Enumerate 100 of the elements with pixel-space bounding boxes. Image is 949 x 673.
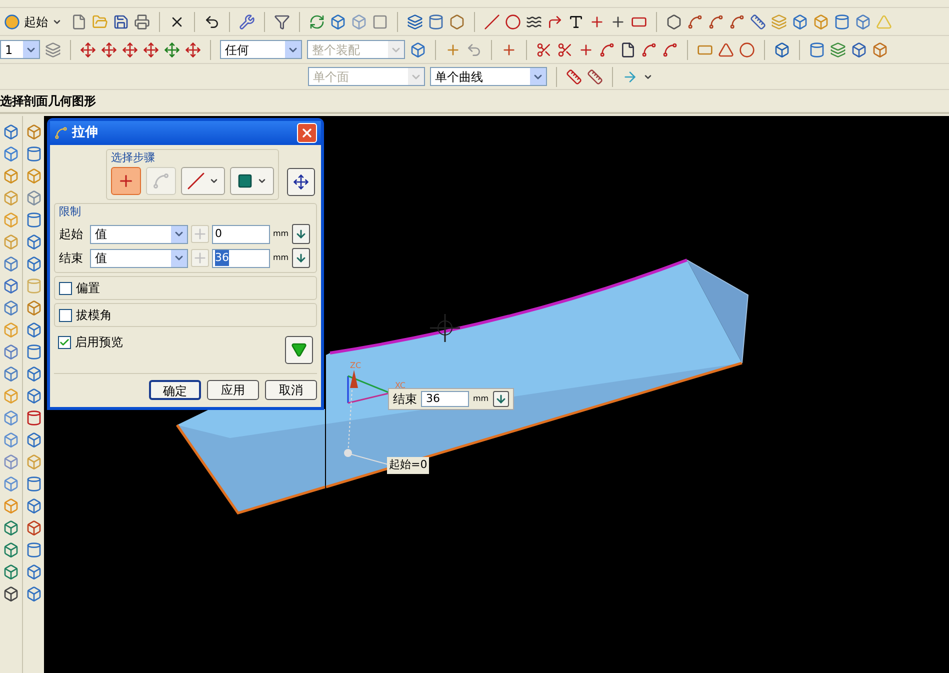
cube-icon[interactable]: [26, 256, 42, 272]
ruler-icon[interactable]: [750, 14, 766, 30]
distance-input[interactable]: 36: [421, 391, 469, 407]
arc-icon[interactable]: [547, 14, 563, 30]
cube-icon[interactable]: [3, 564, 19, 580]
dialog-button[interactable]: 取消: [265, 380, 317, 400]
dialog-button[interactable]: 应用: [207, 380, 259, 400]
printer-icon[interactable]: [134, 14, 150, 30]
direction-button[interactable]: [292, 248, 310, 268]
dialog-button[interactable]: 确定: [149, 380, 201, 400]
selection-step-button[interactable]: [181, 166, 225, 194]
checkbox[interactable]: [59, 308, 72, 322]
body-icon: [237, 172, 253, 188]
close-button[interactable]: [297, 123, 317, 143]
cube-icon[interactable]: [3, 542, 19, 558]
selection-step-button[interactable]: [111, 166, 141, 194]
cylinder-icon[interactable]: [834, 14, 850, 30]
cube-icon[interactable]: [851, 42, 867, 58]
checkbox-label: 偏置: [76, 280, 101, 297]
filter-dropdown[interactable]: 任何: [220, 40, 302, 59]
reverse-direction-button[interactable]: [287, 168, 315, 196]
checkbox-label: 拔模角: [76, 307, 113, 324]
limit-method-dropdown[interactable]: 值: [90, 224, 188, 244]
point-icon[interactable]: [445, 42, 461, 58]
cube-icon[interactable]: [26, 564, 42, 580]
cylinder-icon[interactable]: [26, 476, 42, 492]
expand-button[interactable]: [285, 336, 313, 364]
curve-icon[interactable]: [599, 42, 615, 58]
cube-icon[interactable]: [26, 366, 42, 382]
cylinder-icon[interactable]: [26, 146, 42, 162]
cube-icon[interactable]: [26, 498, 42, 514]
square-icon[interactable]: [372, 14, 388, 30]
trim-icon[interactable]: [557, 42, 573, 58]
cube-icon[interactable]: [3, 124, 19, 140]
wave-icon[interactable]: [526, 14, 542, 30]
cube-icon[interactable]: [330, 14, 346, 30]
curve-icon[interactable]: [729, 14, 745, 30]
points-icon[interactable]: [610, 14, 626, 30]
checkbox-label: 启用预览: [75, 334, 124, 351]
dialog-title: 拉伸: [72, 124, 99, 142]
cube-icon[interactable]: [26, 432, 42, 448]
curve-icon[interactable]: [662, 42, 678, 58]
text-icon[interactable]: [568, 14, 584, 30]
curve-rule-dropdown[interactable]: 单个曲线: [430, 67, 547, 86]
layer-dropdown[interactable]: 1: [0, 40, 40, 59]
cylinder-icon[interactable]: [428, 14, 444, 30]
limit-method-dropdown[interactable]: 值: [90, 248, 188, 268]
save-icon[interactable]: [113, 14, 129, 30]
circle-icon[interactable]: [505, 14, 521, 30]
point-icon[interactable]: [589, 14, 605, 30]
angle-icon[interactable]: [718, 42, 734, 58]
cube-icon[interactable]: [26, 388, 42, 404]
wrench-icon[interactable]: [239, 14, 255, 30]
direction-button[interactable]: [292, 224, 310, 244]
filter-icon[interactable]: [274, 14, 290, 30]
cylinder-icon[interactable]: [809, 42, 825, 58]
cube-icon[interactable]: [26, 322, 42, 338]
page-icon[interactable]: [620, 42, 636, 58]
snap-point-icon[interactable]: [501, 42, 517, 58]
cylinder-icon[interactable]: [26, 344, 42, 360]
curve-icon[interactable]: [687, 14, 703, 30]
app-logo-icon: [54, 126, 68, 140]
start-button[interactable]: 起始: [4, 12, 66, 30]
cylinder-icon[interactable]: [26, 542, 42, 558]
selection-step-button[interactable]: [230, 166, 274, 194]
cube-icon[interactable]: [3, 520, 19, 536]
layers-icon[interactable]: [830, 42, 846, 58]
distance-input[interactable]: 36: [212, 248, 270, 268]
new-file-icon[interactable]: [71, 14, 87, 30]
cube-icon[interactable]: [26, 520, 42, 536]
curve-icon[interactable]: [708, 14, 724, 30]
arrow-down-icon: [295, 252, 307, 264]
undo-icon[interactable]: [204, 14, 220, 30]
checkbox[interactable]: [59, 282, 72, 294]
intersect-icon[interactable]: [578, 42, 594, 58]
radius-icon[interactable]: [739, 42, 755, 58]
graphics-viewport[interactable]: ZC XC 结束 36 mm 起始=0 拉伸 选择步骤 限制 起始 值 0 mm 结束 值 36 mm 偏置 拔模角 启用预览 确定 应用 取消: [44, 116, 949, 673]
cylinder-icon[interactable]: [26, 212, 42, 228]
direction-button[interactable]: [492, 391, 509, 407]
cube-icon[interactable]: [26, 586, 42, 602]
checkbox[interactable]: [58, 336, 71, 348]
cube-icon[interactable]: [774, 42, 790, 58]
start-distance-label: 起始=0: [387, 457, 430, 474]
cube-icon[interactable]: [792, 14, 808, 30]
ruler-icon[interactable]: [566, 68, 582, 84]
curve-icon[interactable]: [641, 42, 657, 58]
layers-icon[interactable]: [407, 14, 423, 30]
layers-icon[interactable]: [45, 42, 61, 58]
cube-icon[interactable]: [410, 42, 426, 58]
wireframe-cube-icon[interactable]: [351, 14, 367, 30]
refresh-icon[interactable]: [309, 14, 325, 30]
distance-input[interactable]: 0: [212, 224, 270, 244]
trim-icon[interactable]: [536, 42, 552, 58]
ruler-icon[interactable]: [587, 68, 603, 84]
hexagon-icon[interactable]: [449, 14, 465, 30]
cube-icon[interactable]: [3, 586, 19, 602]
cylinder-icon[interactable]: [26, 410, 42, 426]
line-icon[interactable]: [484, 14, 500, 30]
cube-icon[interactable]: [26, 234, 42, 250]
cube-icon[interactable]: [3, 278, 19, 294]
